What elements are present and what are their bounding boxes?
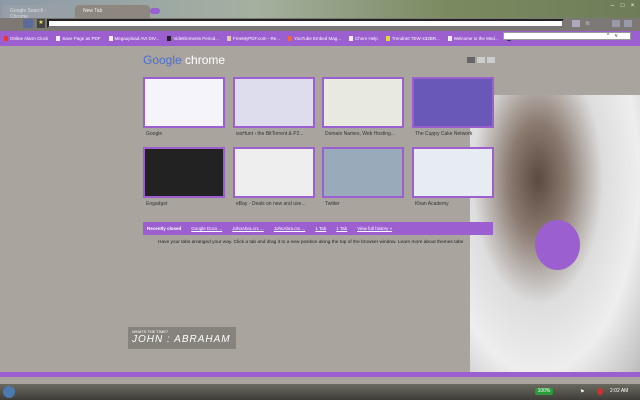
thumbnail-label[interactable]: Engadget xyxy=(146,201,228,207)
tab-new-tab[interactable]: New Tab xyxy=(75,5,150,18)
recent-item[interactable]: JohnAbra.crx ... xyxy=(232,226,264,231)
page-menu-icon[interactable] xyxy=(612,20,620,27)
bookmark-label: VideElements Period... xyxy=(173,36,220,41)
recently-closed-bar: Recently closed Google Docs ... JohnAbra… xyxy=(143,222,493,235)
home-icon[interactable] xyxy=(23,19,33,28)
tip-text: Have your tabs arranged your way. Click … xyxy=(158,240,464,245)
page-icon xyxy=(56,36,61,41)
thumbnail-cuppycake[interactable] xyxy=(412,77,494,128)
thumbnail-label[interactable]: Khan Academy xyxy=(415,201,497,207)
thumbnail-domain[interactable] xyxy=(322,77,404,128)
find-prev-button[interactable]: ^ xyxy=(607,33,609,39)
tab-google[interactable]: Google Search - Chrome xyxy=(2,5,72,20)
thumbnail-label[interactable]: Twitter xyxy=(325,201,407,207)
bookmark[interactable]: YouTube Embed Mag... xyxy=(288,36,341,41)
thumbnail-label[interactable]: Google xyxy=(146,131,228,137)
clock[interactable]: 2:02 AM xyxy=(610,388,628,394)
wrench-icon[interactable] xyxy=(624,20,632,27)
recent-item[interactable]: 1 Tab xyxy=(336,226,347,231)
bookmark[interactable]: VideElements Period... xyxy=(167,36,219,41)
thumbnail-twitter[interactable] xyxy=(322,147,404,198)
thumbnail-label[interactable]: The Cuppy Cake Network xyxy=(415,131,497,137)
address-bar[interactable] xyxy=(47,19,564,28)
thumbnail-label[interactable]: eBay - Deals on new and use... xyxy=(236,201,318,207)
star-icon[interactable]: ★ xyxy=(37,19,45,28)
recent-item[interactable]: Google Docs ... xyxy=(191,226,222,231)
favicon-icon xyxy=(447,36,452,41)
favicon-icon xyxy=(167,36,172,41)
thumbnail-engadget[interactable] xyxy=(143,147,225,198)
page-icon xyxy=(108,36,113,41)
bookmark[interactable]: Megaupload AVI DIV... xyxy=(108,36,160,41)
bookmark[interactable]: Online Alarm Clock xyxy=(4,36,48,41)
twitter-icon[interactable]: t xyxy=(597,20,605,27)
thumbnail-label[interactable]: Domain Names, Web Hosting... xyxy=(325,131,407,137)
find-next-button[interactable]: v xyxy=(615,33,618,39)
favicon-icon xyxy=(4,36,8,41)
start-button[interactable] xyxy=(3,386,15,398)
antivirus-icon[interactable] xyxy=(597,388,603,395)
find-input[interactable] xyxy=(503,32,631,40)
recent-item[interactable]: JohnAbra.crx ... xyxy=(274,226,306,231)
view-full-history-link[interactable]: View full history » xyxy=(357,226,392,231)
thumbnail-google[interactable] xyxy=(143,77,225,128)
bookmark-label: FreeMyPDF.com - Re... xyxy=(233,36,281,41)
bookmark-label: Welcome to the Med... xyxy=(453,36,499,41)
logo-chrome: chrome xyxy=(185,53,226,67)
bookmark-label: Online Alarm Clock xyxy=(10,36,49,41)
rss-icon[interactable]: ≋ xyxy=(585,20,593,27)
thumbnail-view-icon[interactable] xyxy=(467,57,475,63)
panda-image xyxy=(535,220,580,270)
list-view-icon[interactable] xyxy=(477,57,485,63)
thumbnail-ebay[interactable] xyxy=(233,147,315,198)
maximize-button[interactable]: □ xyxy=(618,3,627,11)
recently-closed-title: Recently closed xyxy=(147,226,182,231)
logo-google: Google xyxy=(143,53,182,67)
bookmark[interactable]: FreeMyPDF.com - Re... xyxy=(227,36,280,41)
bookmark[interactable]: Chore Help xyxy=(349,36,378,41)
bookmark[interactable]: Trendnet TEW-432BR... xyxy=(385,36,440,41)
favicon-icon xyxy=(227,36,232,41)
accent-line xyxy=(0,372,640,377)
new-tab-button[interactable] xyxy=(150,8,160,14)
minimize-button[interactable]: – xyxy=(608,3,617,11)
bookmark[interactable]: Welcome to the Med... xyxy=(447,36,499,41)
close-button[interactable]: × xyxy=(628,3,637,11)
page-icon xyxy=(349,36,353,41)
bookmark-label: YouTube Embed Mag... xyxy=(294,36,341,41)
bookmark-label: Save Page as PDF xyxy=(62,36,101,41)
thumbnail-khan[interactable] xyxy=(412,147,494,198)
bookmark-label: Trendnet TEW-432BR... xyxy=(391,36,440,41)
google-chrome-logo: Google chrome xyxy=(143,53,225,67)
bookmark-label: Megaupload AVI DIV... xyxy=(114,36,160,41)
recent-item[interactable]: 1 Tab xyxy=(315,226,326,231)
brand-name: JOHN : ABRAHAM xyxy=(132,334,231,345)
battery-indicator[interactable]: 100% xyxy=(535,388,553,395)
thumbnail-isohunt[interactable] xyxy=(233,77,315,128)
favicon-icon xyxy=(288,36,293,41)
close-section-icon[interactable] xyxy=(487,57,495,63)
flag-icon[interactable]: ⚑ xyxy=(580,389,584,395)
favicon-icon xyxy=(385,36,390,41)
thumbnail-label[interactable]: isoHunt › the BitTorrent & P2... xyxy=(236,131,318,137)
mail-icon[interactable] xyxy=(572,20,580,27)
bookmark-label: Chore Help xyxy=(355,36,378,41)
theme-logo: WHATS THE TIME? JOHN : ABRAHAM xyxy=(128,327,236,349)
bookmark[interactable]: Save Page as PDF xyxy=(56,36,101,41)
